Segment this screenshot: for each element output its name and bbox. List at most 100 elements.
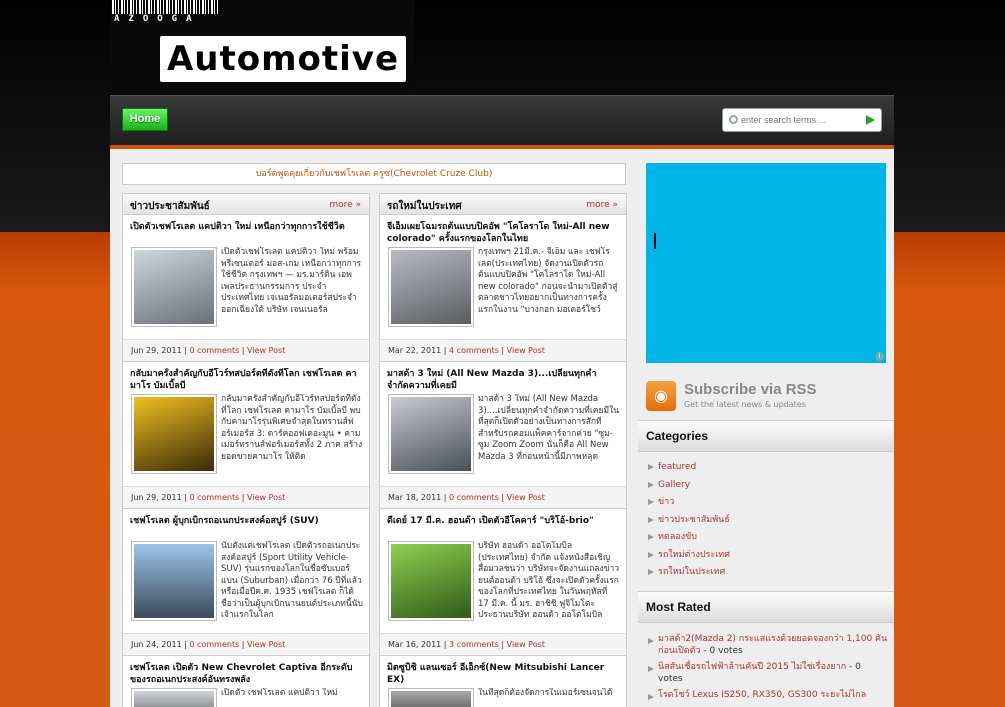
category-item[interactable]: featured: [648, 459, 888, 477]
post-thumbnail[interactable]: [388, 541, 474, 621]
post-date: Jun 29, 2011: [131, 493, 182, 502]
post-meta: Jun 24, 2011 | 0 comments | View Post: [123, 633, 369, 655]
rss-title: Subscribe via RSS: [684, 381, 817, 398]
search-icon: [729, 115, 738, 124]
arrow-icon: [648, 694, 654, 700]
content-area: บอร์ดพูดคุยเกี่ยวกับเชฟโรเลต ครูซ(Chevro…: [110, 149, 894, 707]
post-excerpt: มาสด้า 3 ใหม่ (All New Mazda 3)....เปลี่…: [478, 394, 620, 462]
ad-cursor: [654, 233, 656, 249]
post-item: เปิดตัวเชฟโรเลต แคปติวา ใหม่ เหนือกว่าทุ…: [122, 215, 370, 362]
most-rated-title: Most Rated: [646, 600, 711, 614]
navbar: Home: [110, 95, 894, 145]
rated-item[interactable]: มาสด้า2(Mazda 2) กระแสแรงด้วยยอดจองกว่า …: [648, 633, 888, 657]
logo-small-text: AZOOGA: [114, 14, 201, 24]
post-thumbnail[interactable]: [388, 394, 474, 474]
post-date: Mar 16, 2011: [388, 640, 442, 649]
cruze-club-link[interactable]: บอร์ดพูดคุยเกี่ยวกับเชฟโรเลต ครูซ(Chevro…: [122, 163, 626, 185]
rss-icon: ◉: [646, 381, 676, 411]
home-button[interactable]: Home: [122, 108, 168, 131]
rss-subtitle: Get the latest news & updates: [684, 400, 806, 409]
most-rated-header: Most Rated: [638, 591, 894, 623]
rated-item[interactable]: โรดโชว์ Lexus IS250, RX350, GS300 ระยะไม…: [648, 689, 888, 701]
categories-header: Categories: [638, 420, 894, 452]
logo-main-text: Automotive: [160, 36, 406, 82]
post-title[interactable]: มิตซูบิชิ แลนเซอร์ อีเอ็กซ์(New Mitsubis…: [387, 662, 617, 686]
post-thumbnail[interactable]: [131, 688, 217, 707]
advertisement[interactable]: i: [646, 163, 886, 363]
post-title[interactable]: เชฟโรเลต เปิดตัว New Chevrolet Captiva อ…: [130, 662, 360, 686]
post-excerpt: นับตั้งแต่เชฟโรเลต เปิดตัวรถอเนกประสงค์อ…: [221, 541, 363, 620]
post-date: Jun 24, 2011: [131, 640, 182, 649]
search-box: [722, 108, 882, 132]
post-excerpt: บริษัท ฮอนด้า ออโตโมบิล (ประเทศไทย) จำกั…: [478, 541, 619, 620]
view-post-link[interactable]: View Post: [507, 493, 545, 502]
column-new-cars: รถใหม่ในประเทศ more » จีเอ็มเผยโฉมรถต้นแ…: [379, 193, 627, 707]
post-title[interactable]: กลับมาครั้งสำคัญกับอีโวร์ทสปอร์ตที่ดังที…: [130, 368, 360, 392]
arrow-icon: [648, 516, 654, 523]
arrow-icon: [648, 569, 654, 575]
view-post-link[interactable]: View Post: [247, 493, 285, 502]
view-post-link[interactable]: View Post: [247, 640, 285, 649]
view-post-link[interactable]: View Post: [507, 346, 545, 355]
post-meta: Mar 18, 2011 | 0 comments | View Post: [380, 486, 626, 508]
rated-item[interactable]: นิสสันเชื่อรถไฟฟ้าล้านคันปี 2015 ไม่ใช่เ…: [648, 661, 888, 685]
most-rated-list: มาสด้า2(Mazda 2) กระแสแรงด้วยยอดจองกว่า …: [648, 633, 888, 705]
view-post-link[interactable]: View Post: [507, 640, 545, 649]
categories-list: featured Gallery ข่าว ข่าวประชาสัมพันธ์ …: [648, 459, 888, 582]
post-title[interactable]: ดีเดย์ 17 มี.ค. ฮอนด้า เปิดตัวอีโคคาร์ "…: [387, 515, 617, 539]
post-item: เชฟโรเลต เปิดตัว New Chevrolet Captiva อ…: [122, 656, 370, 707]
post-meta: Mar 22, 2011 | 4 comments | View Post: [380, 339, 626, 361]
more-link[interactable]: more »: [329, 200, 361, 210]
post-thumbnail[interactable]: [388, 247, 474, 327]
post-thumbnail[interactable]: [131, 247, 217, 327]
post-item: มิตซูบิชิ แลนเซอร์ อีเอ็กซ์(New Mitsubis…: [379, 656, 627, 707]
post-meta: Jun 29, 2011 | 0 comments | View Post: [123, 339, 369, 361]
view-post-link[interactable]: View Post: [247, 346, 285, 355]
post-title[interactable]: เปิดตัวเชฟโรเลต แคปติวา ใหม่ เหนือกว่าทุ…: [130, 221, 360, 245]
category-item[interactable]: รถใหม่ในประเทศ: [648, 564, 888, 582]
categories-title: Categories: [646, 429, 709, 443]
post-excerpt: กรุงเทพฯ 21มี.ค.- จีเอ็ม และ เชฟโรเลต(ปร…: [478, 247, 618, 315]
arrow-icon: [648, 464, 654, 470]
category-item[interactable]: Gallery: [648, 477, 888, 495]
post-title[interactable]: เชฟโรเลต ผู้บุกเบิกรถอเนกประสงค์อสปูร์ (…: [130, 515, 360, 539]
post-excerpt: กลับมาครั้งสำคัญกับอีโวร์ทสปอร์ตที่ดังที…: [221, 394, 363, 462]
comments-link[interactable]: 0 comments: [189, 493, 239, 502]
post-excerpt: เปิดตัวเชฟโรเลต แคปติวา ใหม่ พร้อมพรีเซน…: [221, 247, 362, 315]
arrow-icon: [648, 638, 654, 644]
arrow-icon: [648, 666, 654, 672]
search-input[interactable]: [741, 112, 859, 128]
comments-link[interactable]: 3 comments: [449, 640, 499, 649]
post-title[interactable]: จีเอ็มเผยโฉมรถต้นแบบปิคอัพ "โคโลราโด ใหม…: [387, 221, 617, 245]
arrow-icon: [648, 499, 654, 505]
category-item[interactable]: ข่าว: [648, 494, 888, 512]
comments-link[interactable]: 0 comments: [449, 493, 499, 502]
post-thumbnail[interactable]: [388, 688, 474, 707]
column-header: ข่าวประชาสัมพันธ์ more »: [122, 193, 370, 215]
post-title[interactable]: มาสด้า 3 ใหม่ (All New Mazda 3)...เปลี่ย…: [387, 368, 617, 392]
rss-subscribe[interactable]: ◉ Subscribe via RSS Get the latest news …: [646, 379, 886, 413]
comments-link[interactable]: 4 comments: [449, 346, 499, 355]
arrow-icon: [648, 534, 654, 540]
post-meta: Mar 16, 2011 | 3 comments | View Post: [380, 633, 626, 655]
post-item: เชฟโรเลต ผู้บุกเบิกรถอเนกประสงค์อสปูร์ (…: [122, 509, 370, 656]
comments-link[interactable]: 0 comments: [189, 640, 239, 649]
post-thumbnail[interactable]: [131, 394, 217, 474]
more-link[interactable]: more »: [586, 200, 618, 210]
post-item: ดีเดย์ 17 มี.ค. ฮอนด้า เปิดตัวอีโคคาร์ "…: [379, 509, 627, 656]
post-date: Mar 18, 2011: [388, 493, 442, 502]
site-logo[interactable]: AZOOGA Automotive: [110, 0, 414, 93]
category-item[interactable]: รถใหม่ต่างประเทศ: [648, 547, 888, 565]
column-title: รถใหม่ในประเทศ: [387, 201, 462, 212]
search-go-icon[interactable]: [866, 115, 875, 125]
column-press-release: ข่าวประชาสัมพันธ์ more » เปิดตัวเชฟโรเลต…: [122, 193, 370, 707]
comments-link[interactable]: 0 comments: [189, 346, 239, 355]
post-thumbnail[interactable]: [131, 541, 217, 621]
category-item[interactable]: ทดลองขับ: [648, 529, 888, 547]
post-excerpt: เปิดตัว เชฟโรเลต แคปติวา ใหม่: [221, 688, 338, 698]
category-item[interactable]: ข่าวประชาสัมพันธ์: [648, 512, 888, 530]
post-item: จีเอ็มเผยโฉมรถต้นแบบปิคอัพ "โคโลราโด ใหม…: [379, 215, 627, 362]
arrow-icon: [648, 481, 654, 488]
ad-info-icon[interactable]: i: [875, 352, 884, 361]
post-date: Mar 22, 2011: [388, 346, 442, 355]
